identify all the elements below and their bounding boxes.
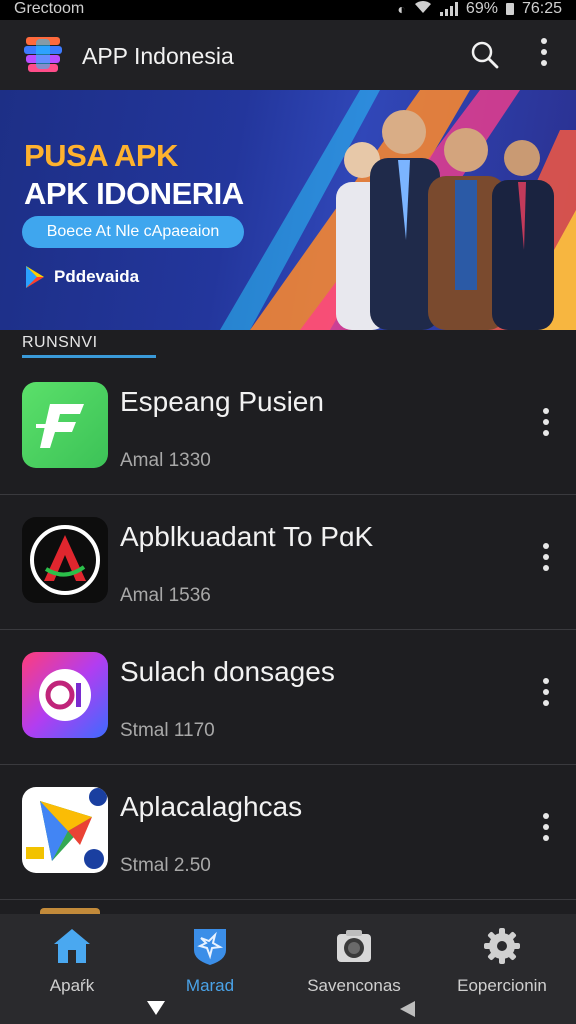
red-a-circle-icon: [22, 517, 108, 603]
list-item[interactable]: Espeang Pusien Amal 1330: [0, 360, 576, 495]
banner-cta-button[interactable]: Boece At Nle cApaeaion: [22, 216, 244, 248]
signal-icon: [439, 2, 458, 16]
system-nav-down-icon[interactable]: [146, 1000, 166, 1016]
nav-item-marad[interactable]: Marad: [138, 914, 282, 1004]
more-vert-icon[interactable]: [534, 678, 558, 712]
app-name: Espeang Pusien: [120, 386, 324, 417]
clock: 76:25: [521, 0, 562, 17]
nav-label: Apaŕk: [49, 976, 95, 995]
nav-item-savenconas[interactable]: Savenconas: [282, 914, 426, 1004]
app-list: Espeang Pusien Amal 1330 Apblkuadant To …: [0, 360, 576, 900]
green-f-icon: [22, 382, 108, 468]
app-name: Apblkuadant To PɑK: [120, 521, 374, 552]
battery-icon: [505, 3, 514, 15]
more-vert-icon[interactable]: [534, 408, 558, 442]
play-store-icon: [26, 266, 44, 288]
list-item[interactable]: Sulach donsages Stmal 1170: [0, 630, 576, 765]
shield-icon: [194, 929, 226, 965]
app-meta: Amal 1330: [120, 450, 211, 471]
nav-label: Marad: [185, 976, 235, 995]
app-meta: Amal 1536: [120, 585, 211, 606]
gradient-ci-icon: [22, 652, 108, 738]
banner-headline: PUSA APK: [24, 138, 178, 173]
app-meta: Stmal 1170: [120, 720, 215, 741]
more-vert-icon[interactable]: [532, 38, 556, 72]
bottom-navigation: Apaŕk Marad Savenconas Eopercionin: [0, 914, 576, 1024]
wifi-icon: [414, 0, 432, 18]
app-name: Aplacalaghcas: [120, 791, 303, 822]
banner-store-label: Pddevaida: [54, 267, 140, 286]
nav-label: Savenconas: [307, 976, 401, 995]
carrier-name: Grectoom: [14, 0, 85, 17]
battery-percent: 69%: [465, 0, 498, 17]
more-vert-icon[interactable]: [534, 813, 558, 847]
app-meta: Stmal 2.50: [120, 855, 211, 876]
camera-icon: [337, 930, 371, 962]
gear-icon: [484, 928, 520, 964]
banner-subheadline: APK IDONERIA: [24, 176, 244, 211]
section-title[interactable]: RUNSNVI: [22, 334, 98, 352]
app-bar: APP Indonesia: [0, 20, 576, 90]
more-vert-icon[interactable]: [534, 543, 558, 577]
section-tab-indicator: [22, 355, 156, 358]
status-bar: Grectoom ◐ 69% 76:25: [0, 0, 576, 20]
list-item[interactable]: Apblkuadant To PɑK Amal 1536: [0, 495, 576, 630]
mute-icon: ◐: [397, 1, 406, 17]
nav-item-eopercionin[interactable]: Eopercionin: [430, 914, 574, 1004]
list-item[interactable]: Aplacalaghcas Stmal 2.50: [0, 765, 576, 900]
app-title: APP Indonesia: [82, 43, 234, 69]
home-icon: [54, 929, 90, 963]
nav-item-home[interactable]: Apaŕk: [0, 914, 144, 1004]
app-name: Sulach donsages: [120, 656, 335, 687]
app-logo: [24, 37, 62, 72]
play-triangle-icon: [22, 787, 108, 873]
search-icon[interactable]: [468, 38, 502, 72]
banner-store-badge: Pddevaida: [24, 265, 139, 289]
system-nav-back-icon[interactable]: [398, 1000, 416, 1018]
promo-banner[interactable]: PUSA APK APK IDONERIA Boece At Nle cApae…: [0, 90, 576, 330]
nav-label: Eopercionin: [457, 976, 547, 995]
